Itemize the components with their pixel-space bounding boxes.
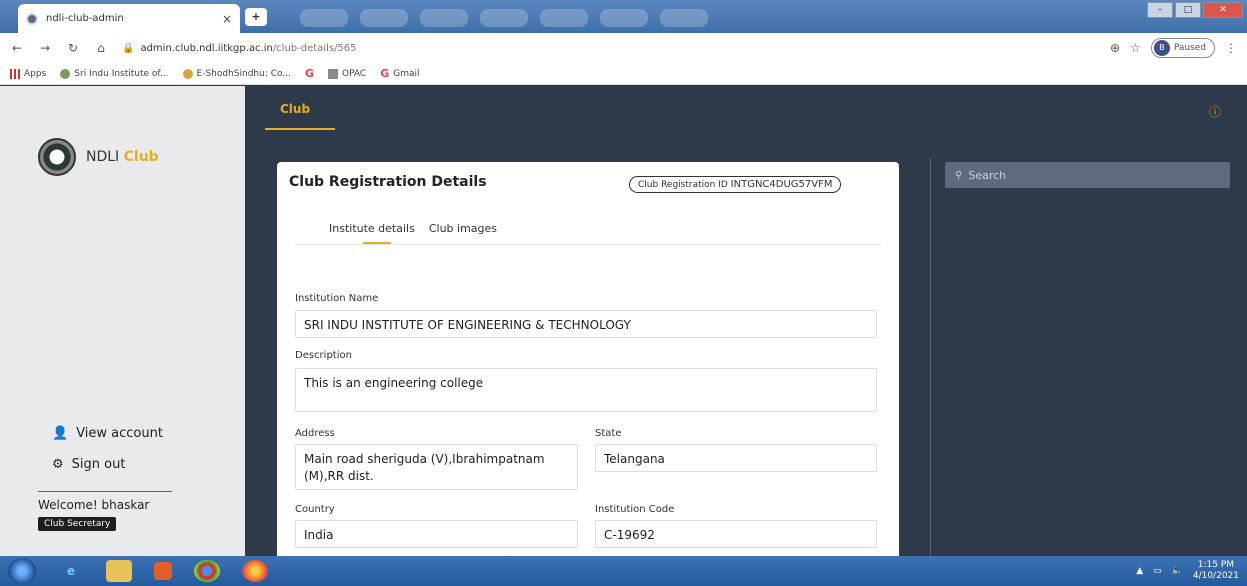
user-icon: 👤 xyxy=(52,426,69,441)
breadcrumb[interactable]: Club xyxy=(280,102,310,116)
institution-code-label: Institution Code xyxy=(595,504,675,515)
minimize-icon[interactable]: – xyxy=(1147,2,1173,18)
bookmark-eshodh[interactable]: E-ShodhSindhu: Co... xyxy=(182,68,291,79)
globe-icon xyxy=(182,68,193,79)
sidebar: NDLI Club 👤 View account ⚙ Sign out Welc… xyxy=(0,86,245,556)
tab-institute-details[interactable]: Institute details xyxy=(329,222,415,235)
right-panel xyxy=(930,158,1247,556)
logo-accent: Club xyxy=(123,149,159,165)
bookmark-gmail[interactable]: G Gmail xyxy=(380,67,419,80)
welcome-text: Welcome! bhaskar xyxy=(38,498,150,512)
os-taskbar: e ▲ ▭ 🔈 1:15 PM 4/10/2021 xyxy=(0,556,1247,586)
lock-icon: 🔒 xyxy=(122,42,135,54)
bookmark-apps[interactable]: Apps xyxy=(10,68,46,79)
new-tab-button[interactable]: + xyxy=(245,8,267,26)
taskbar-thumb-icon xyxy=(540,9,588,27)
ie-icon[interactable]: e xyxy=(58,560,84,582)
translate-icon[interactable]: ⊕ xyxy=(1110,41,1120,55)
forward-icon[interactable]: → xyxy=(38,41,52,55)
state-field[interactable]: Telangana xyxy=(595,444,877,472)
volume-icon[interactable]: 🔈 xyxy=(1172,566,1183,576)
globe-icon xyxy=(60,68,71,79)
chrome-icon[interactable] xyxy=(194,560,220,582)
start-button[interactable] xyxy=(8,558,36,584)
window-close-icon[interactable]: ✕ xyxy=(1203,2,1243,18)
tab-favicon-icon xyxy=(26,12,38,25)
tab-close-icon[interactable]: × xyxy=(222,12,232,26)
institution-code-field[interactable]: C-19692 xyxy=(595,520,877,548)
url-path: /club-details/565 xyxy=(272,42,357,54)
address-label: Address xyxy=(295,428,335,439)
institution-name-label: Institution Name xyxy=(295,293,379,304)
info-icon[interactable]: ⓘ xyxy=(1209,103,1221,120)
bookmark-opac[interactable]: OPAC xyxy=(327,68,366,79)
registration-id-badge: Club Registration ID INTGNC4DUG57VFM xyxy=(629,176,842,193)
home-icon[interactable]: ⌂ xyxy=(94,41,108,55)
logo[interactable]: NDLI Club xyxy=(38,138,159,176)
system-tray: ▲ ▭ 🔈 1:15 PM 4/10/2021 xyxy=(1136,560,1239,582)
folder-icon[interactable] xyxy=(106,560,132,582)
bookmarks-bar: Apps Sri Indu Institute of... E-ShodhSin… xyxy=(0,63,1247,85)
taskbar-thumb-icon xyxy=(600,9,648,27)
bookmark-google[interactable]: G xyxy=(305,67,314,80)
taskbar-thumb-icon xyxy=(360,9,408,27)
google-icon: G xyxy=(380,67,390,80)
url-host: admin.club.ndl.iitkgp.ac.in xyxy=(140,42,273,54)
card-tabs: Institute details Club images xyxy=(329,222,497,235)
divider xyxy=(38,491,172,492)
opac-icon xyxy=(327,68,338,79)
taskbar-thumb-icon xyxy=(660,9,708,27)
firefox-icon[interactable] xyxy=(242,560,268,582)
breadcrumb-underline xyxy=(265,128,335,130)
star-icon[interactable]: ☆ xyxy=(1130,41,1141,55)
apps-icon xyxy=(10,68,20,79)
browser-tab-bar: ndli-club-admin × + – □ ✕ xyxy=(0,0,1247,33)
institution-name-field[interactable]: SRI INDU INSTITUTE OF ENGINEERING & TECH… xyxy=(295,310,877,338)
sign-out-link[interactable]: ⚙ Sign out xyxy=(52,457,163,472)
address-bar: ← → ↻ ⌂ 🔒 admin.club.ndl.iitkgp.ac.in/cl… xyxy=(0,33,1247,63)
tab-title: ndli-club-admin xyxy=(46,13,124,24)
description-field[interactable]: This is an engineering college xyxy=(295,368,877,412)
tray-arrow-icon[interactable]: ▲ xyxy=(1136,566,1143,576)
country-label: Country xyxy=(295,504,335,515)
network-icon[interactable]: ▭ xyxy=(1153,566,1162,576)
bookmark-sri-indu[interactable]: Sri Indu Institute of... xyxy=(60,68,169,79)
back-icon[interactable]: ← xyxy=(10,41,24,55)
url-field[interactable]: 🔒 admin.club.ndl.iitkgp.ac.in/club-detai… xyxy=(122,43,1096,54)
tab-club-images[interactable]: Club images xyxy=(429,222,497,235)
logo-main: NDLI xyxy=(86,149,120,165)
avatar: B xyxy=(1153,40,1170,56)
search-input[interactable]: ⚲ Search xyxy=(945,162,1230,188)
window-controls: – □ ✕ xyxy=(1147,2,1243,18)
country-field[interactable]: India xyxy=(295,520,578,548)
state-label: State xyxy=(595,428,622,439)
address-field[interactable]: Main road sheriguda (V),Ibrahimpatnam (M… xyxy=(295,444,578,490)
divider xyxy=(295,244,881,245)
gear-icon: ⚙ xyxy=(52,457,64,472)
search-icon: ⚲ xyxy=(955,169,963,181)
card-title: Club Registration Details xyxy=(289,174,487,190)
maximize-icon[interactable]: □ xyxy=(1175,2,1201,18)
clock[interactable]: 1:15 PM 4/10/2021 xyxy=(1193,560,1239,582)
description-label: Description xyxy=(295,350,352,361)
office-icon[interactable] xyxy=(154,562,172,580)
role-badge: Club Secretary xyxy=(38,517,117,531)
top-header: Club ⓘ xyxy=(245,86,1247,158)
ndli-logo-icon xyxy=(38,138,76,176)
view-account-link[interactable]: 👤 View account xyxy=(52,426,163,441)
google-icon: G xyxy=(304,67,314,80)
profile-status: Paused xyxy=(1173,43,1206,53)
registration-card: Club Registration Details Club Registrat… xyxy=(277,162,899,562)
taskbar-thumb-icon xyxy=(420,9,468,27)
search-placeholder: Search xyxy=(968,168,1007,182)
profile-button[interactable]: B Paused xyxy=(1150,38,1215,58)
taskbar-thumb-icon xyxy=(300,9,348,27)
browser-tab[interactable]: ndli-club-admin × xyxy=(18,4,240,33)
taskbar-thumb-icon xyxy=(480,9,528,27)
menu-icon[interactable]: ⋮ xyxy=(1225,41,1237,55)
reload-icon[interactable]: ↻ xyxy=(66,41,80,55)
